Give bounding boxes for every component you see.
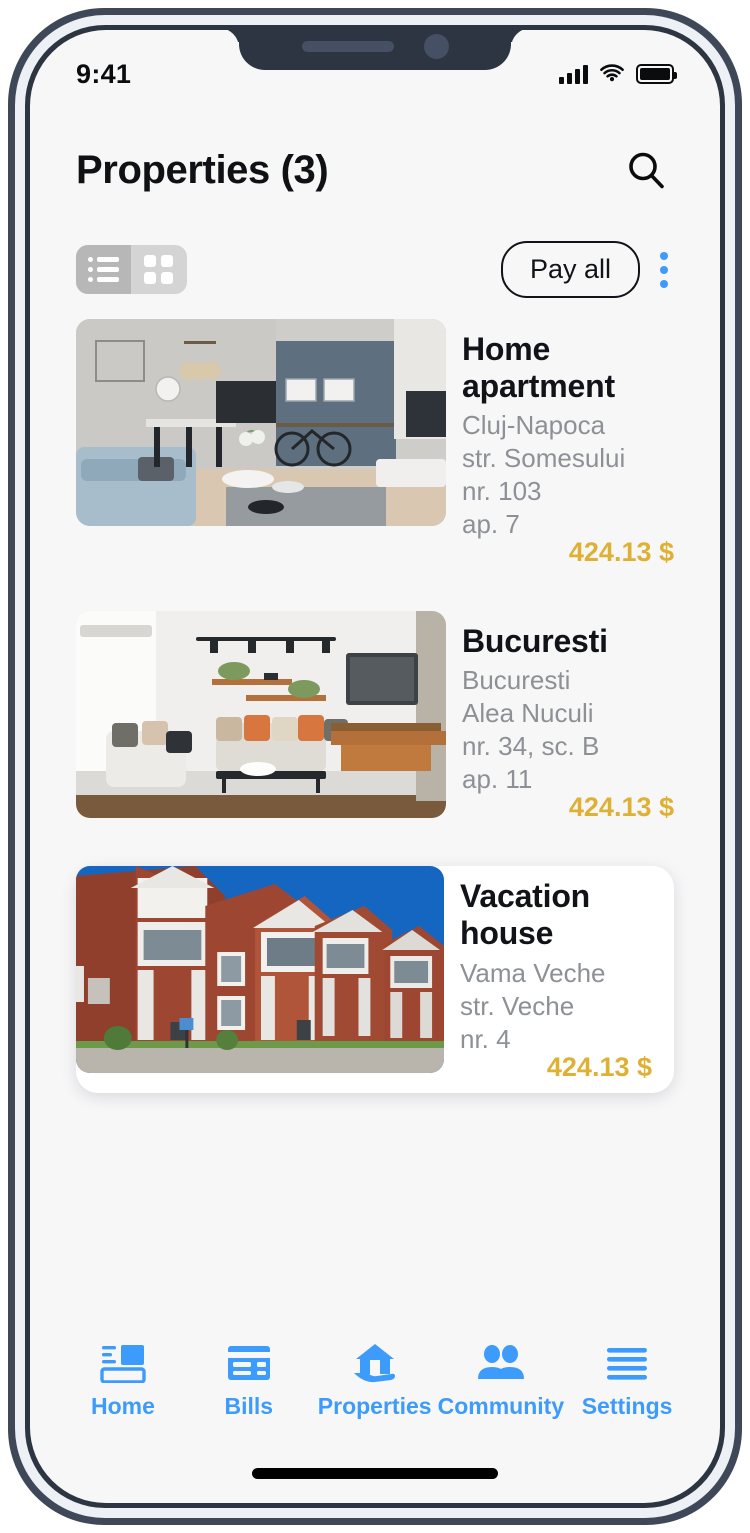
toolbar: Pay all [30, 241, 720, 298]
property-city: Bucuresti [462, 665, 571, 696]
people-icon [476, 1342, 526, 1384]
status-time: 9:41 [76, 58, 132, 89]
tab-home[interactable]: Home [60, 1342, 186, 1420]
tab-settings[interactable]: Settings [564, 1342, 690, 1420]
property-unit: ap. 11 [462, 764, 533, 795]
property-card[interactable]: Home apartment Cluj-Napoca str. Somesulu… [76, 319, 674, 578]
tab-label: Home [90, 1393, 155, 1419]
list-view-icon[interactable] [76, 245, 131, 294]
speaker-grille [301, 40, 394, 52]
property-unit: ap. 7 [462, 509, 520, 540]
bottom-tab-bar: Home Bills Properties Community Settings [30, 1325, 720, 1437]
property-thumbnail-modern-living-room-kitchen [76, 319, 446, 526]
property-number: nr. 4 [460, 1023, 511, 1054]
search-icon[interactable] [618, 142, 674, 198]
kebab-menu-icon[interactable] [654, 244, 674, 296]
property-info: Bucuresti Bucuresti Alea Nuculi nr. 34, … [446, 611, 674, 833]
property-name: Bucuresti [462, 623, 608, 660]
property-card[interactable]: Bucuresti Bucuresti Alea Nuculi nr. 34, … [76, 611, 674, 833]
property-number: nr. 103 [462, 476, 542, 507]
card-icon [226, 1342, 272, 1384]
menu-lines-icon [605, 1342, 649, 1384]
property-info: Vacation house Vama Veche str. Veche nr.… [444, 866, 674, 1092]
notch [239, 30, 511, 70]
tab-label: Bills [224, 1393, 274, 1419]
property-card[interactable]: Vacation house Vama Veche str. Veche nr.… [76, 866, 674, 1093]
property-city: Cluj-Napoca [462, 410, 606, 441]
tab-community[interactable]: Community [437, 1342, 565, 1420]
property-name: Home apartment [462, 331, 615, 405]
tab-label: Properties [317, 1393, 432, 1419]
grid-view-icon[interactable] [131, 245, 186, 294]
view-mode-toggle [76, 245, 187, 294]
front-camera [423, 33, 449, 59]
toolbar-actions: Pay all [500, 241, 674, 298]
phone-inner-border: 9:41 Properties (3) Pay all Home apartme… [25, 25, 725, 1508]
battery-icon [636, 64, 677, 84]
property-price: 424.13 $ [568, 792, 674, 823]
phone-screen: 9:41 Properties (3) Pay all Home apartme… [30, 30, 720, 1503]
property-number: nr. 34, sc. B [462, 731, 600, 762]
property-street: Alea Nuculi [462, 698, 594, 729]
property-street: str. Veche [460, 990, 575, 1021]
signal-icon [559, 64, 588, 84]
properties-list: Home apartment Cluj-Napoca str. Somesulu… [30, 319, 720, 1126]
header: Properties (3) [30, 142, 720, 198]
property-price: 424.13 $ [546, 1051, 652, 1082]
house-in-hand-icon [352, 1342, 398, 1384]
status-icons [559, 64, 677, 84]
phone-bezel: 9:41 Properties (3) Pay all Home apartme… [15, 15, 735, 1518]
phone-frame: 9:41 Properties (3) Pay all Home apartme… [8, 8, 742, 1525]
property-city: Vama Veche [460, 957, 606, 988]
pay-all-button[interactable]: Pay all [500, 241, 640, 298]
home-indicator[interactable] [252, 1468, 498, 1479]
tab-label: Community [437, 1393, 565, 1419]
dashboard-icon [100, 1342, 146, 1384]
tab-properties[interactable]: Properties [312, 1342, 438, 1420]
property-thumbnail-white-living-room-tv [76, 611, 446, 819]
tab-label: Settings [581, 1393, 673, 1419]
property-street: str. Somesului [462, 443, 626, 474]
property-name: Vacation house [460, 878, 591, 952]
property-info: Home apartment Cluj-Napoca str. Somesulu… [446, 319, 674, 578]
page-title: Properties (3) [76, 147, 329, 192]
property-price: 424.13 $ [568, 537, 674, 568]
property-thumbnail-brick-apartment-building [76, 866, 444, 1074]
tab-bills[interactable]: Bills [186, 1342, 312, 1420]
wifi-icon [600, 64, 624, 82]
